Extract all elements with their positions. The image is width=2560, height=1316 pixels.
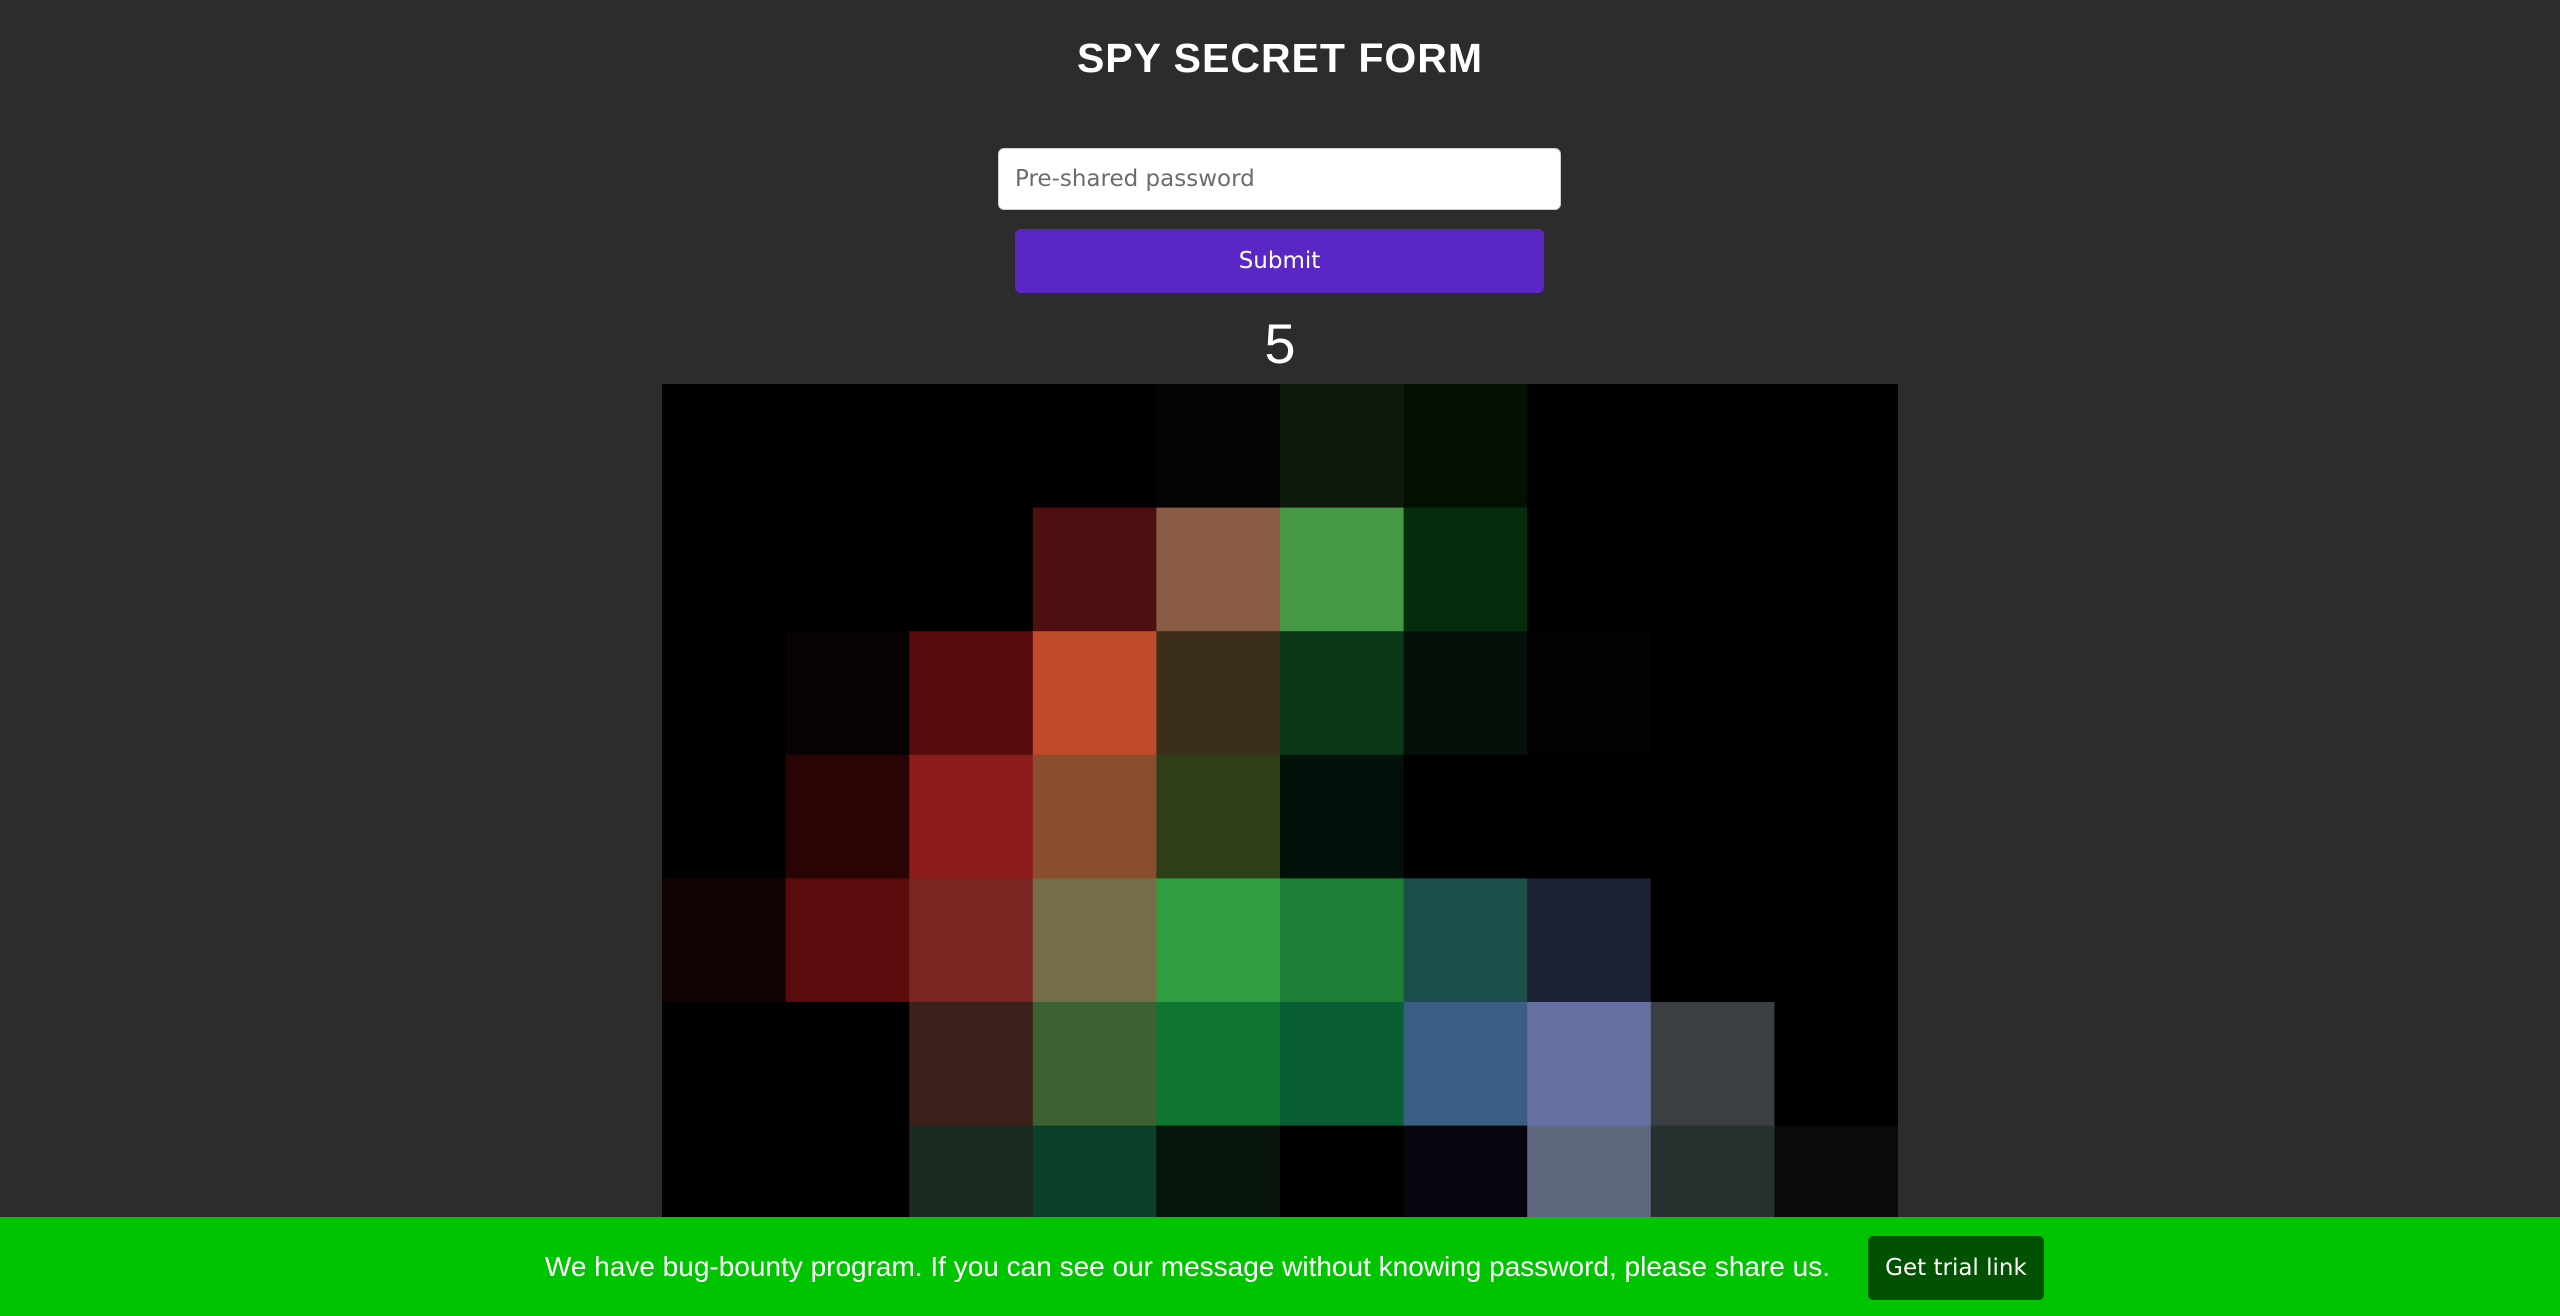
submit-button[interactable]: Submit	[1015, 229, 1544, 293]
pixel-cell	[785, 1125, 910, 1224]
pixel-cell	[662, 1125, 787, 1224]
pixel-cell	[1032, 878, 1157, 1003]
pixel-cell	[1403, 507, 1528, 632]
pixel-cell	[1527, 878, 1652, 1003]
pixel-cell	[1774, 1002, 1898, 1127]
pixel-cell	[1774, 384, 1898, 509]
pixel-cell	[785, 631, 910, 756]
pixel-cell	[1774, 754, 1898, 879]
pixel-cell	[1280, 384, 1405, 509]
pixel-cell	[909, 754, 1034, 879]
pixel-cell	[1650, 1125, 1775, 1224]
pixel-cell	[1650, 631, 1775, 756]
banner-message: We have bug-bounty program. If you can s…	[544, 1251, 1830, 1282]
pixel-cell	[1156, 1002, 1281, 1127]
pixel-cell	[1403, 1125, 1528, 1224]
pixel-cell	[1527, 1002, 1652, 1127]
pixel-cell	[1774, 1125, 1898, 1224]
pixel-cell	[1280, 1002, 1405, 1127]
pixel-cell	[1650, 384, 1775, 509]
pixel-cell	[909, 1002, 1034, 1127]
pixel-cell	[909, 631, 1034, 756]
pixel-cell	[1527, 507, 1652, 632]
countdown-number: 5	[1264, 312, 1296, 375]
pixelated-image	[662, 384, 1898, 1224]
pixel-cell	[1156, 631, 1281, 756]
pixel-cell	[909, 1125, 1034, 1224]
pixel-cell	[1403, 631, 1528, 756]
pixel-cell	[1156, 878, 1281, 1003]
pixel-cell	[1403, 754, 1528, 879]
pixel-cell	[909, 507, 1034, 632]
pixel-cell	[1403, 878, 1528, 1003]
pixel-cell	[662, 878, 787, 1003]
pixel-cell	[1032, 507, 1157, 632]
pixel-cell	[1280, 754, 1405, 879]
pixel-cell	[1527, 1125, 1652, 1224]
password-input[interactable]	[998, 148, 1561, 210]
pixel-cell	[662, 384, 787, 509]
pixel-cell	[1156, 507, 1281, 632]
pixelated-image-canvas	[662, 384, 1898, 1224]
pixel-cell	[785, 878, 910, 1003]
pixel-cell	[1280, 1125, 1405, 1224]
pixel-cell	[785, 1002, 910, 1127]
pixel-cell	[1032, 754, 1157, 879]
pixel-cell	[662, 631, 787, 756]
pixel-cell	[1650, 878, 1775, 1003]
page-title: SPY SECRET FORM	[1076, 35, 1484, 81]
pixel-cell	[1280, 631, 1405, 756]
pixel-cell	[662, 1002, 787, 1127]
pixel-cell	[1527, 631, 1652, 756]
pixel-cell	[1032, 1002, 1157, 1127]
pixel-cell	[1774, 631, 1898, 756]
pixel-cell	[1527, 754, 1652, 879]
pixel-cell	[785, 507, 910, 632]
pixel-cell	[1156, 754, 1281, 879]
pixel-cell	[662, 507, 787, 632]
pixel-cell	[1650, 1002, 1775, 1127]
pixel-cell	[785, 384, 910, 509]
pixel-cell	[909, 384, 1034, 509]
get-trial-link-button[interactable]: Get trial link	[1868, 1236, 2044, 1300]
pixel-cell	[1032, 631, 1157, 756]
pixel-cell	[1032, 1125, 1157, 1224]
pixel-cell	[1650, 754, 1775, 879]
pixel-cell	[1032, 384, 1157, 509]
bug-bounty-banner: We have bug-bounty program. If you can s…	[0, 1217, 2560, 1316]
pixel-cell	[1156, 384, 1281, 509]
pixel-cell	[1527, 384, 1652, 509]
spy-form-page: SPY SECRET FORM Submit 5 We have bug-bou…	[0, 0, 2560, 1316]
pixel-cell	[662, 754, 787, 879]
pixel-cell	[1403, 384, 1528, 509]
pixel-cell	[1774, 878, 1898, 1003]
pixel-cell	[1156, 1125, 1281, 1224]
pixel-cell	[909, 878, 1034, 1003]
pixel-cell	[785, 754, 910, 879]
pixel-cell	[1774, 507, 1898, 632]
pixel-cell	[1403, 1002, 1528, 1127]
pixel-cell	[1280, 507, 1405, 632]
pixel-cell	[1280, 878, 1405, 1003]
pixel-cell	[1650, 507, 1775, 632]
